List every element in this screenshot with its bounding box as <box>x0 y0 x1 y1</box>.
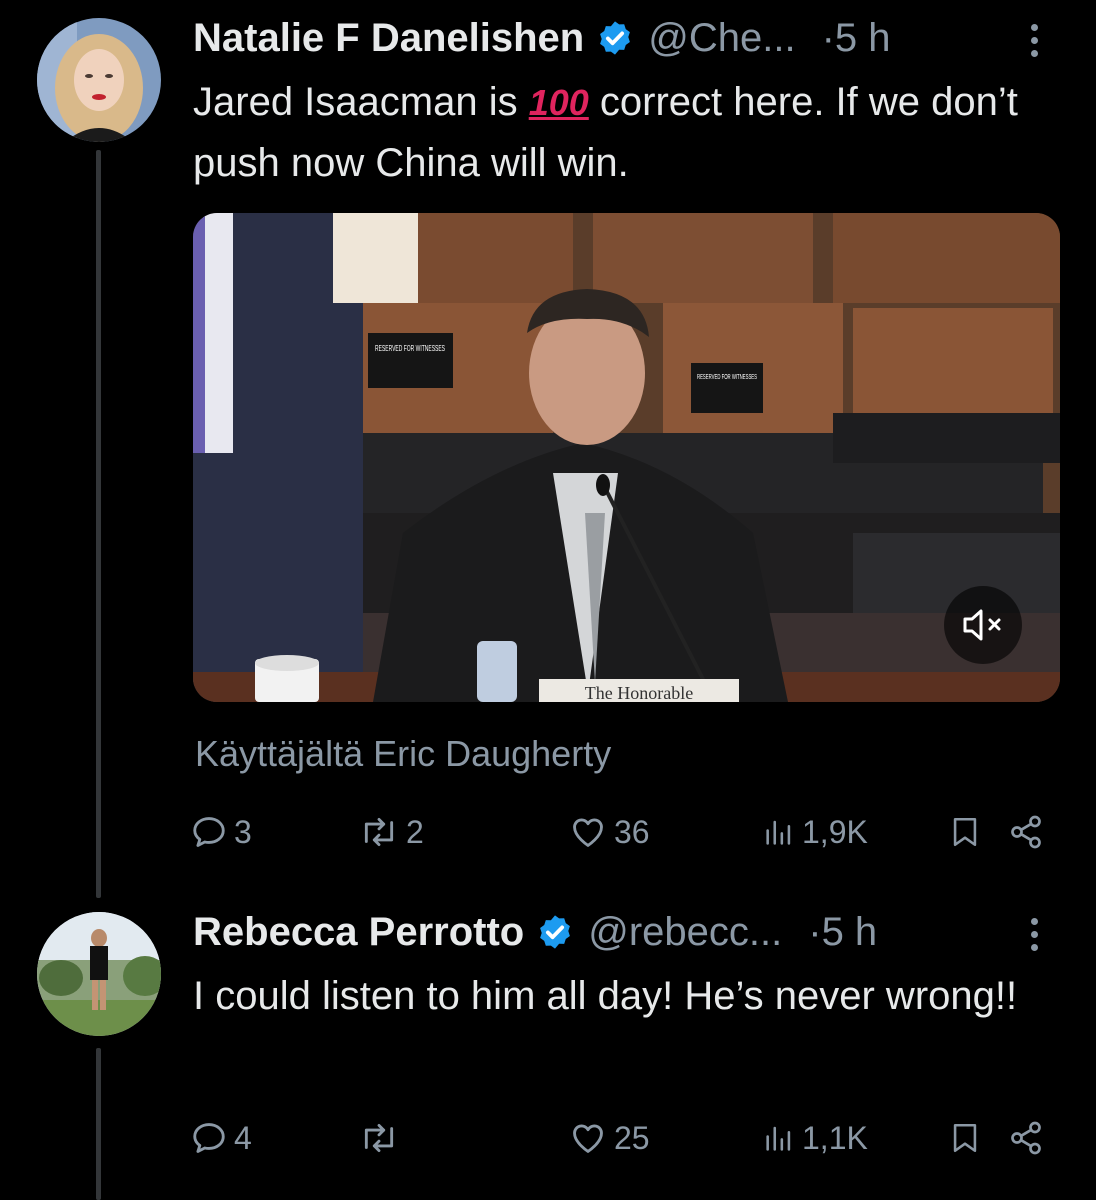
views-button[interactable]: 1,1K <box>762 1114 868 1162</box>
views-count: 1,9K <box>802 813 868 850</box>
reserved-sign: RESERVED FOR WITNESSES <box>375 344 445 353</box>
bookmark-button[interactable] <box>948 1114 982 1162</box>
tweet-header: Natalie F Danelishen @Che... ·5 h <box>193 14 891 62</box>
reply-button[interactable]: 3 <box>190 808 252 856</box>
thread-line <box>96 150 101 898</box>
avatar[interactable] <box>37 18 161 142</box>
repost-count: 2 <box>406 813 424 850</box>
handle[interactable]: @Che... <box>648 16 795 61</box>
views-button[interactable]: 1,9K <box>762 808 868 856</box>
tweet-actions: 4 25 1,1K <box>190 1114 1050 1162</box>
share-button[interactable] <box>1008 1114 1044 1162</box>
thread-line <box>96 1048 101 1200</box>
repost-icon <box>358 813 400 851</box>
verified-badge-icon <box>536 913 574 951</box>
views-count: 1,1K <box>802 1119 868 1156</box>
timestamp[interactable]: ·5 h <box>822 16 891 61</box>
views-icon <box>762 813 796 851</box>
display-name[interactable]: Natalie F Danelishen <box>193 16 584 61</box>
bookmark-icon <box>948 1119 982 1157</box>
reserved-sign: RESERVED FOR WITNESSES <box>697 374 757 381</box>
tweet-text: Jared Isaacman is 100 correct here. If w… <box>193 72 1053 193</box>
like-button[interactable]: 25 <box>568 1114 650 1162</box>
tweet-header: Rebecca Perrotto @rebecc... ·5 h <box>193 908 877 956</box>
like-count: 36 <box>614 813 650 850</box>
more-icon[interactable] <box>1031 24 1038 57</box>
bookmark-button[interactable] <box>948 808 982 856</box>
video-attribution[interactable]: Käyttäjältä Eric Daugherty <box>195 733 611 775</box>
repost-icon <box>358 1119 400 1157</box>
share-button[interactable] <box>1008 808 1044 856</box>
share-icon <box>1008 813 1044 851</box>
tweet-text: I could listen to him all day! He’s neve… <box>193 974 1018 1018</box>
like-icon <box>568 813 608 851</box>
like-count: 25 <box>614 1119 650 1156</box>
reply-count: 3 <box>234 813 252 850</box>
tweet-text-part: Jared Isaacman is <box>193 80 529 124</box>
more-icon[interactable] <box>1031 918 1038 951</box>
display-name[interactable]: Rebecca Perrotto <box>193 910 524 955</box>
timestamp[interactable]: ·5 h <box>808 910 877 955</box>
handle[interactable]: @rebecc... <box>588 910 782 955</box>
repost-button[interactable] <box>358 1114 406 1162</box>
views-icon <box>762 1119 796 1157</box>
verified-badge-icon <box>596 19 634 57</box>
avatar[interactable] <box>37 912 161 1036</box>
reply-count: 4 <box>234 1119 252 1156</box>
bookmark-icon <box>948 813 982 851</box>
video-player[interactable]: RESERVED FOR WITNESSES RESERVED FOR WITN… <box>193 213 1060 702</box>
mute-icon[interactable] <box>944 586 1022 664</box>
nameplate: The Honorable <box>585 683 693 702</box>
hundred-points-emoji: 100 <box>528 82 589 123</box>
like-icon <box>568 1119 608 1157</box>
like-button[interactable]: 36 <box>568 808 650 856</box>
reply-icon <box>190 813 228 851</box>
tweet-actions: 3 2 36 1,9K <box>190 808 1050 856</box>
share-icon <box>1008 1119 1044 1157</box>
reply-icon <box>190 1119 228 1157</box>
reply-button[interactable]: 4 <box>190 1114 252 1162</box>
repost-button[interactable]: 2 <box>358 808 424 856</box>
